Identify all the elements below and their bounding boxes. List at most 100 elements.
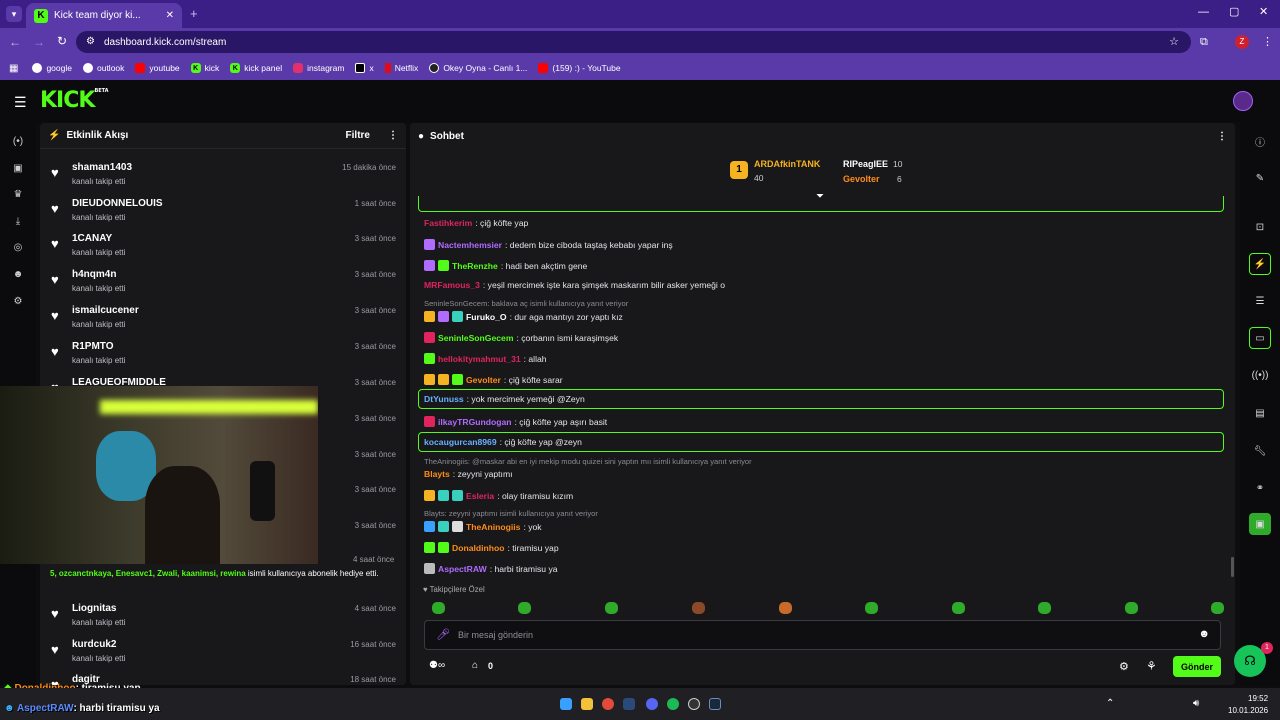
emote-icon[interactable] bbox=[518, 602, 531, 614]
volume-icon[interactable]: 🔊︎ bbox=[1193, 698, 1199, 709]
extensions-icon[interactable]: ⧉ bbox=[1200, 36, 1208, 49]
chat-username[interactable]: DtYunuss bbox=[424, 394, 464, 404]
chat-username[interactable]: hellokitymahmut_31 bbox=[438, 354, 521, 364]
chat-username[interactable]: Fastihkerim bbox=[424, 218, 472, 228]
chat-username[interactable]: Blayts bbox=[424, 469, 450, 479]
close-window-button[interactable]: ✕ bbox=[1259, 5, 1268, 18]
reload-icon[interactable]: ↻ bbox=[57, 34, 67, 48]
info-icon[interactable]: ⓘ bbox=[1249, 130, 1271, 152]
bookmark-instagram[interactable]: instagram bbox=[293, 63, 344, 73]
minimize-button[interactable]: — bbox=[1198, 6, 1209, 18]
user-avatar[interactable] bbox=[1233, 91, 1253, 111]
bookmark-kick-panel[interactable]: Kkick panel bbox=[230, 63, 282, 73]
send-button[interactable]: Gönder bbox=[1173, 656, 1221, 677]
windows-start-icon[interactable] bbox=[560, 698, 572, 710]
chat-input[interactable]: 🎤︎ Bir mesaj gönderin ☻ bbox=[424, 620, 1221, 650]
share-icon[interactable]: ⚭ bbox=[1249, 477, 1271, 499]
activity-username[interactable]: DIEUDONNELOUIS bbox=[72, 198, 163, 209]
bookmark-youtube-2[interactable]: (159) :) - YouTube bbox=[538, 63, 621, 73]
users-icon[interactable]: ⚉∞ bbox=[429, 660, 445, 671]
bot-icon[interactable]: ⚘ bbox=[1146, 659, 1157, 673]
activity-item[interactable]: ♥ DIEUDONNELOUIS kanalı takip etti 1 saat ö… bbox=[40, 194, 406, 229]
site-info-icon[interactable]: ⚙ bbox=[86, 36, 95, 47]
chat-username[interactable]: AspectRAW bbox=[438, 564, 487, 574]
activity-username[interactable]: shaman1403 bbox=[72, 162, 132, 173]
activity-item[interactable]: ♥ ismailcucener kanalı takip etti 3 saat ön… bbox=[40, 301, 406, 336]
file-explorer-icon[interactable] bbox=[581, 698, 593, 710]
trophy-icon[interactable]: ♛ bbox=[12, 189, 24, 201]
chat-settings-icon[interactable]: ⚙ bbox=[1119, 660, 1129, 673]
edit-icon[interactable]: ✎ bbox=[1249, 167, 1271, 189]
leader-2-name[interactable]: RIPeaglEE bbox=[843, 159, 888, 169]
chat-username[interactable]: Esleria bbox=[466, 491, 494, 501]
chat-username[interactable]: TheRenzhe bbox=[452, 261, 498, 271]
emote-icon[interactable] bbox=[432, 602, 445, 614]
stream-live-icon[interactable]: (•) bbox=[12, 136, 24, 148]
bookmark-star-icon[interactable]: ☆ bbox=[1169, 35, 1179, 48]
bookmark-netflix[interactable]: Netflix bbox=[384, 63, 418, 73]
tab-close-icon[interactable]: ✕ bbox=[166, 10, 174, 21]
chat-menu-icon[interactable]: ⋮ bbox=[1217, 131, 1227, 142]
activity-item[interactable]: ♥ h4nqm4n kanalı takip etti 3 saat önce bbox=[40, 265, 406, 300]
community-icon[interactable]: ☻ bbox=[12, 269, 24, 281]
microphone-icon[interactable]: 🎤︎ bbox=[436, 628, 450, 641]
emote-icon[interactable] bbox=[865, 602, 878, 614]
leader-1-name[interactable]: ARDAfkinTANK bbox=[754, 159, 820, 169]
forward-icon[interactable]: → bbox=[33, 35, 45, 49]
clock-date[interactable]: 10.01.2026 bbox=[1228, 706, 1268, 715]
clock-time[interactable]: 19:52 bbox=[1248, 694, 1268, 703]
tray-chevron-icon[interactable]: ⌃ bbox=[1106, 698, 1114, 709]
kick-logo[interactable]: KICKBETA bbox=[40, 88, 109, 113]
chat-scrollbar[interactable] bbox=[1231, 557, 1234, 577]
bookmark-okey[interactable]: Okey Oyna - Canlı 1... bbox=[429, 63, 527, 73]
profile-avatar[interactable]: Z bbox=[1235, 35, 1249, 49]
quick-actions-icon[interactable]: ⚡ bbox=[1249, 253, 1271, 275]
discord-icon[interactable] bbox=[646, 698, 658, 710]
steam-icon-2[interactable] bbox=[709, 698, 721, 710]
chrome-icon[interactable] bbox=[602, 698, 614, 710]
activity-username[interactable]: ismailcucener bbox=[72, 305, 139, 316]
chat-username[interactable]: TheAninogiis bbox=[466, 522, 520, 532]
activity-username[interactable]: 1CANAY bbox=[72, 233, 112, 244]
apps-icon[interactable]: ▦ bbox=[9, 63, 18, 74]
filter-button[interactable]: Filtre bbox=[346, 130, 370, 141]
new-tab-button[interactable]: + bbox=[190, 6, 198, 21]
bookmark-x[interactable]: x bbox=[355, 63, 374, 73]
emote-icon[interactable] bbox=[1211, 602, 1224, 614]
emote-icon[interactable] bbox=[605, 602, 618, 614]
emote-tab-label[interactable]: ♥ Takipçilere Özel bbox=[423, 585, 485, 594]
bookmark-google[interactable]: google bbox=[32, 63, 72, 73]
activity-item[interactable]: ♥ shaman1403 kanalı takip etti 15 dakika ön… bbox=[40, 158, 406, 193]
bookmark-kick[interactable]: Kkick bbox=[190, 63, 219, 73]
clip-icon[interactable]: ⊡ bbox=[1249, 216, 1271, 238]
maximize-button[interactable]: ▢ bbox=[1229, 5, 1239, 18]
steam-icon[interactable] bbox=[623, 698, 635, 710]
spotify-icon[interactable] bbox=[667, 698, 679, 710]
emote-icon[interactable] bbox=[1038, 602, 1051, 614]
activity-menu-icon[interactable]: ⋮ bbox=[388, 130, 398, 141]
bookmark-youtube[interactable]: youtube bbox=[135, 63, 180, 73]
activity-item[interactable]: ♥ 1CANAY kanalı takip etti 3 saat önce bbox=[40, 229, 406, 264]
broadcast-icon[interactable]: ((•)) bbox=[1249, 364, 1271, 386]
chat-username[interactable]: ilkayTRGundogan bbox=[438, 417, 512, 427]
wrench-icon[interactable]: 🔧︎ bbox=[1249, 440, 1271, 462]
chat-username[interactable]: Gevolter bbox=[466, 375, 501, 385]
back-icon[interactable]: ← bbox=[9, 35, 21, 49]
activity-username[interactable]: R1PMTO bbox=[72, 341, 114, 352]
emoji-icon[interactable]: ☻ bbox=[1198, 628, 1210, 640]
address-bar[interactable]: ⚙ dashboard.kick.com/stream ☆ bbox=[76, 31, 1191, 53]
activity-username[interactable]: kurdcuk2 bbox=[72, 639, 116, 650]
chat-username[interactable]: SeninleSonGecem bbox=[438, 333, 513, 343]
store-icon[interactable]: ⌂ bbox=[472, 660, 478, 671]
layout-icon[interactable]: ▤ bbox=[1249, 402, 1271, 424]
bookmark-outlook[interactable]: outlook bbox=[82, 63, 124, 73]
chat-username[interactable]: Nactemhemsier bbox=[438, 240, 502, 250]
emote-icon[interactable] bbox=[1125, 602, 1138, 614]
browser-menu-icon[interactable]: ⋮ bbox=[1262, 35, 1273, 48]
chat-username[interactable]: Furuko_O bbox=[466, 312, 507, 322]
download-icon[interactable]: ⤓ bbox=[12, 216, 24, 228]
chat-username[interactable]: Donaldinhoo bbox=[452, 543, 505, 553]
obs-icon[interactable] bbox=[688, 698, 700, 710]
analytics-icon[interactable]: ▣ bbox=[12, 163, 24, 175]
app-icon[interactable]: ▣ bbox=[1249, 513, 1271, 535]
